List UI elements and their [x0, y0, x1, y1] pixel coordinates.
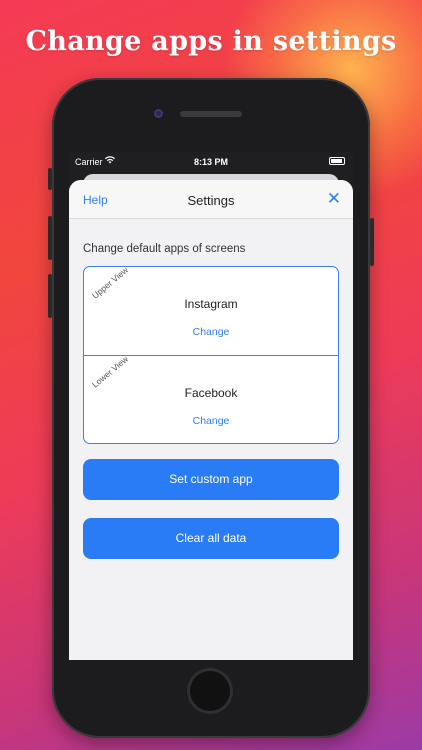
earpiece-speaker: [180, 111, 242, 117]
volume-down-button: [48, 274, 52, 318]
close-icon[interactable]: ✕: [327, 190, 341, 207]
lower-view-row: Lower View Facebook Change: [84, 353, 338, 443]
nav-bar: Help Settings ✕: [69, 180, 353, 219]
battery-icon: [329, 157, 345, 165]
upper-view-tag: Upper View: [90, 266, 130, 301]
volume-up-button: [48, 216, 52, 260]
lower-view-tag: Lower View: [90, 353, 130, 390]
clear-all-data-button[interactable]: Clear all data: [83, 518, 339, 559]
upper-view-row: Upper View Instagram Change: [84, 267, 338, 355]
front-camera: [154, 109, 163, 118]
settings-sheet: Help Settings ✕ Change default apps of s…: [69, 180, 353, 660]
status-time: 8:13 PM: [193, 157, 228, 167]
mute-switch: [48, 168, 52, 190]
views-box: Upper View Instagram Change Lower View F…: [83, 266, 339, 444]
status-bar: Carrier 8:13 PM: [69, 152, 353, 170]
lower-view-app: Facebook: [184, 386, 238, 400]
phone-frame: Carrier 8:13 PM Help Settings ✕ Change d…: [48, 78, 374, 738]
power-button: [370, 218, 374, 266]
home-button: [187, 668, 233, 714]
upper-view-change-button[interactable]: Change: [84, 326, 338, 338]
promo-headline: Change apps in settings: [25, 26, 397, 57]
upper-view-app: Instagram: [184, 297, 238, 311]
page-title: Settings: [187, 193, 235, 208]
section-label: Change default apps of screens: [83, 243, 246, 255]
set-custom-app-button[interactable]: Set custom app: [83, 459, 339, 500]
phone-screen: Carrier 8:13 PM Help Settings ✕ Change d…: [69, 152, 353, 660]
lower-view-change-button[interactable]: Change: [84, 415, 338, 427]
